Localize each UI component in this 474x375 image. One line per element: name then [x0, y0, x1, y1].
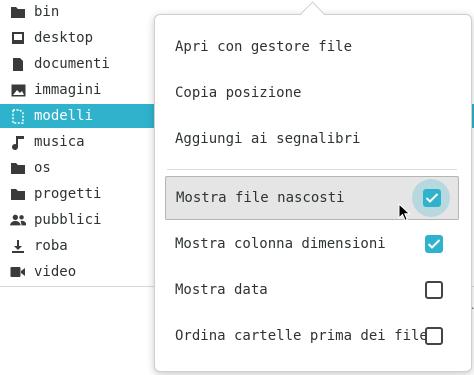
folder-label: progetti — [34, 186, 102, 202]
menu-item-add-bookmark[interactable]: Aggiungi ai segnalibri — [165, 117, 461, 161]
sort-folders-first-checkbox[interactable] — [425, 327, 443, 345]
folder-icon — [10, 4, 26, 20]
folder-label: documenti — [34, 56, 110, 72]
menu-item-show-date[interactable]: Mostra data — [165, 268, 461, 312]
image-icon — [10, 82, 26, 98]
menu-item-label: Apri con gestore file — [175, 39, 353, 55]
music-icon — [10, 134, 26, 150]
menu-item-label: Mostra file nascosti — [176, 190, 345, 206]
folder-label: immagini — [34, 82, 102, 98]
folder-label: musica — [34, 134, 85, 150]
menu-item-open-with-file-manager[interactable]: Apri con gestore file — [165, 25, 461, 69]
menu-item-copy-location[interactable]: Copia posizione — [165, 71, 461, 115]
show-size-column-checkbox[interactable] — [425, 235, 443, 253]
menu-item-label: Mostra colonna dimensioni — [175, 236, 386, 252]
desktop-icon — [10, 30, 26, 46]
folder-icon — [10, 160, 26, 176]
menu-item-sort-folders-first[interactable]: Ordina cartelle prima dei file — [165, 314, 461, 358]
menu-item-label: Aggiungi ai segnalibri — [175, 131, 361, 147]
menu-separator — [167, 169, 457, 170]
mouse-cursor-icon — [398, 203, 411, 222]
menu-item-show-size-column[interactable]: Mostra colonna dimensioni — [165, 222, 461, 266]
menu-item-label: Mostra data — [175, 282, 268, 298]
folder-label: modelli — [34, 108, 94, 124]
template-icon — [10, 108, 26, 124]
file-chooser: bin desktop documenti immagini modelli m… — [0, 0, 474, 375]
show-date-checkbox[interactable] — [425, 281, 443, 299]
check-icon — [427, 239, 441, 249]
video-icon — [10, 264, 26, 280]
folder-label: desktop — [34, 30, 94, 46]
menu-item-show-hidden-files[interactable]: Mostra file nascosti — [165, 176, 459, 220]
check-icon — [425, 193, 439, 203]
folder-label: os — [34, 160, 51, 176]
show-hidden-files-checkbox[interactable] — [423, 189, 441, 207]
folder-icon — [10, 186, 26, 202]
folder-label: bin — [34, 4, 60, 20]
users-icon — [10, 212, 26, 228]
folder-label: video — [34, 264, 77, 280]
menu-item-label: Copia posizione — [175, 85, 302, 101]
download-icon — [10, 238, 26, 254]
options-popover: Apri con gestore file Copia posizione Ag… — [154, 14, 472, 372]
folder-label: roba — [34, 238, 68, 254]
folder-label: pubblici — [34, 212, 102, 228]
document-icon — [10, 56, 26, 72]
menu-item-label: Ordina cartelle prima dei file — [175, 328, 428, 344]
